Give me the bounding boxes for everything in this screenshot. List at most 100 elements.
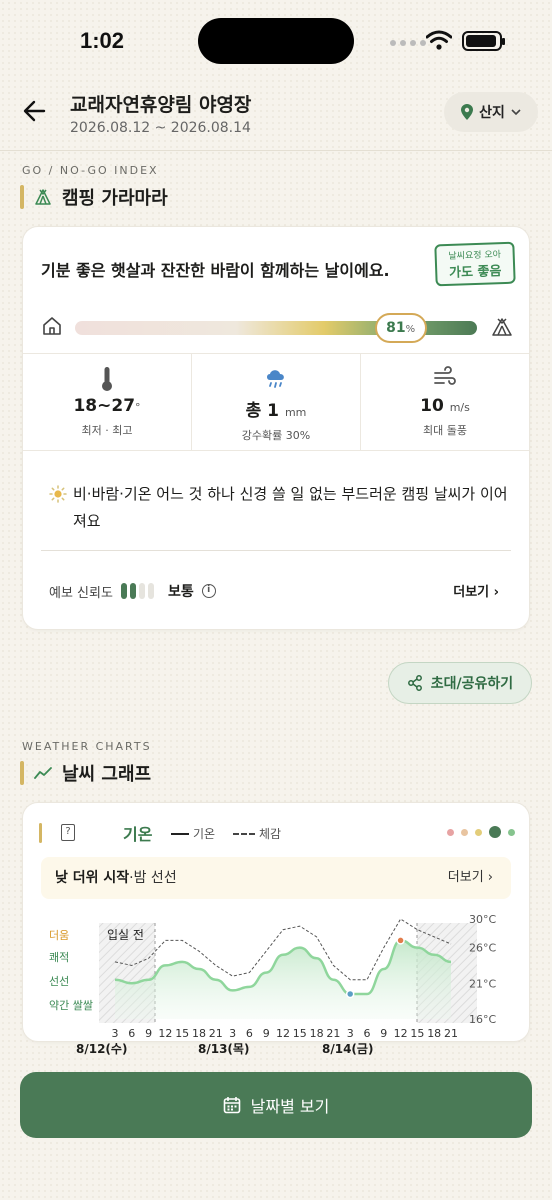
x-tick-label: 18 (192, 1027, 206, 1040)
reliability-bar (147, 583, 154, 599)
go-title-text: 캠핑 가라마라 (62, 188, 168, 209)
house-icon (43, 317, 61, 335)
x-tick-label: 12 (276, 1027, 290, 1040)
verdict-stamp: 날씨요정 오아 가도 좋음 (434, 241, 516, 287)
card-divider (41, 550, 511, 551)
legend-solid-label: 기온 (193, 827, 216, 841)
go-score-gauge: 81% (41, 313, 513, 343)
go-section-title: 캠핑 가라마라 (20, 184, 168, 210)
page-dot[interactable] (447, 828, 454, 836)
x-tick-label: 18 (310, 1027, 324, 1040)
x-tick-label: 6 (128, 1027, 135, 1040)
help-icon[interactable]: ? (61, 824, 75, 841)
go-more-link[interactable]: 더보기 › (453, 581, 499, 600)
stat-temperature: 18~27° 최저 · 최고 (23, 354, 192, 450)
view-by-date-label: 날짜별 보기 (250, 1097, 330, 1116)
x-tick-label: 9 (380, 1027, 387, 1040)
score-value: 81 (386, 320, 406, 336)
y-tick-label: 30°C (469, 913, 496, 926)
battery-icon (462, 31, 505, 51)
rain-cloud-icon (267, 370, 284, 388)
x-tick-label: 18 (427, 1027, 441, 1040)
x-tick-label: 3 (347, 1027, 354, 1040)
day-label: 8/12(수) (76, 1042, 128, 1056)
chart-more-link[interactable]: 더보기 › (448, 857, 493, 899)
legend-temperature: 기온 (171, 825, 215, 842)
calendar-icon (223, 1097, 240, 1114)
weather-chart-card: ? 기온 기온 체감 낮 더위 시작·밤 선선 더보기 › 입실 전 더움 쾌적 선선… (22, 802, 530, 1042)
chart-legend-row: ? 기온 기온 체감 (39, 821, 515, 845)
comfort-band-label: 더움 (49, 929, 69, 942)
before-checkin-label: 입실 전 (107, 928, 144, 942)
legend-accent-bar (39, 823, 42, 843)
stat-wind-unit: m/s (449, 401, 470, 414)
go-index-card: 기분 좋은 햇살과 잔잔한 바람이 함께하는 날이에요. 날씨요정 오아 가도 … (22, 226, 530, 630)
signal-icon (390, 40, 426, 46)
stat-rain-unit: mm (284, 406, 307, 419)
weather-stats: 18~27° 최저 · 최고 총 1 mm 강수확률 30% 10 m/s 최대… (23, 353, 529, 451)
day-label: 8/14(금) (322, 1042, 374, 1056)
region-label: 산지 (479, 105, 505, 121)
section-accent-bar (20, 185, 24, 209)
charts-section-title: 날씨 그래프 (20, 760, 151, 786)
stat-temp-value: 18~27 (73, 396, 136, 416)
status-bar: 1:02 (0, 0, 552, 80)
info-icon[interactable]: i (201, 584, 216, 598)
charts-section-kicker: WEATHER CHARTS (22, 740, 152, 753)
chart-page-dots[interactable] (447, 826, 515, 838)
notice-bold: 낮 더위 시작 (55, 870, 130, 886)
reliability-bar (120, 583, 127, 599)
y-tick-label: 16°C (469, 1013, 496, 1026)
stat-wind-value: 10 (420, 396, 444, 416)
x-tick-label: 15 (175, 1027, 189, 1040)
trip-dates: 2026.08.12 ~ 2026.08.14 (70, 120, 251, 136)
chart-notice: 낮 더위 시작·밤 선선 더보기 › (41, 857, 511, 899)
page-dot[interactable] (461, 828, 468, 836)
x-tick-label: 21 (209, 1027, 223, 1040)
stat-rain-value: 총 1 (245, 401, 280, 421)
reliability-bar (138, 583, 145, 599)
go-section-kicker: GO / NO-GO INDEX (22, 164, 159, 177)
share-button[interactable]: 초대/공유하기 (388, 662, 532, 704)
stat-temp-unit: ° (135, 401, 141, 414)
stat-wind-label: 최대 돌풍 (423, 424, 467, 437)
stat-precipitation: 총 1 mm 강수확률 30% (192, 354, 361, 450)
section-accent-bar (20, 761, 24, 785)
x-tick-label: 6 (364, 1027, 371, 1040)
min-temp-point (345, 989, 355, 999)
status-time: 1:02 (80, 28, 125, 53)
score-unit: % (405, 324, 416, 335)
tent-outline-icon (492, 318, 512, 336)
back-button[interactable] (22, 98, 52, 128)
thermometer-icon (102, 367, 112, 391)
dynamic-island (198, 18, 354, 64)
charts-title-text: 날씨 그래프 (62, 764, 152, 785)
legend-feels-like: 체감 (233, 825, 281, 842)
legend-dashed-label: 체감 (259, 827, 282, 841)
wifi-icon (426, 30, 452, 50)
reliability-level: 보통 (167, 584, 194, 600)
page-dot[interactable] (489, 826, 501, 838)
page-dot[interactable] (475, 828, 482, 836)
y-tick-label: 21°C (469, 977, 496, 990)
sun-icon (49, 485, 67, 503)
tent-icon (35, 189, 51, 205)
share-icon (407, 675, 422, 691)
view-by-date-button[interactable]: 날짜별 보기 (20, 1072, 532, 1138)
comfort-band-label: 약간 쌀쌀 (49, 998, 93, 1012)
region-selector[interactable]: 산지 (444, 92, 538, 132)
temperature-area (115, 940, 451, 1019)
notice-rest: ·밤 선선 (129, 870, 177, 886)
weather-description: 비·바람·기온 어느 것 하나 신경 쓸 일 없는 부드러운 캠핑 날씨가 이어… (49, 481, 513, 535)
chart-tab-label[interactable]: 기온 (123, 821, 152, 845)
description-text: 비·바람·기온 어느 것 하나 신경 쓸 일 없는 부드러운 캠핑 날씨가 이어… (73, 485, 508, 530)
page-dot[interactable] (508, 828, 515, 836)
reliability-label: 예보 신뢰도 (49, 585, 113, 601)
x-tick-label: 12 (394, 1027, 408, 1040)
weather-summary: 기분 좋은 햇살과 잔잔한 바람이 함께하는 날이에요. (41, 261, 390, 280)
reliability-bars (120, 583, 154, 599)
x-tick-label: 9 (145, 1027, 152, 1040)
comfort-band-label: 쾌적 (49, 951, 69, 964)
wind-icon (434, 366, 456, 385)
x-tick-label: 3 (229, 1027, 236, 1040)
